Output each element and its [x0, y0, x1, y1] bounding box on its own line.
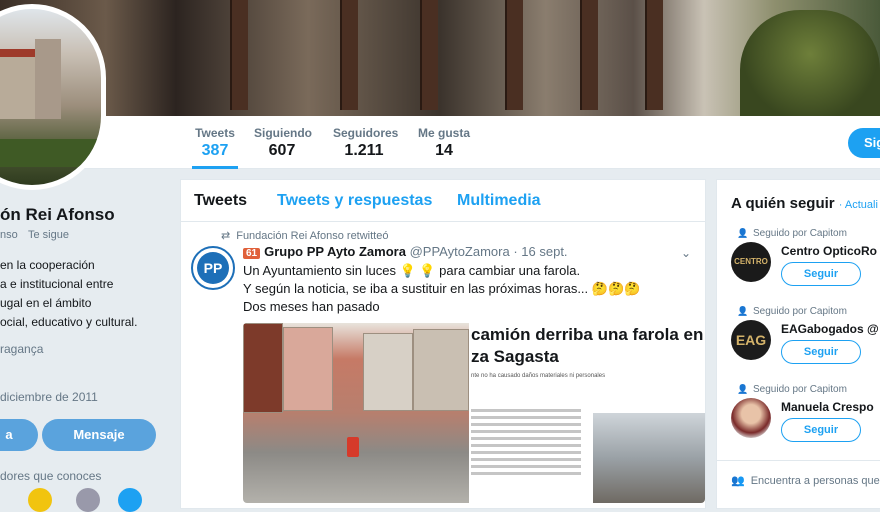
tweet-author-handle[interactable]: @PPAytoZamora [410, 244, 510, 259]
stat-following[interactable]: Siguiendo 607 [254, 126, 312, 169]
header-banner [0, 0, 880, 116]
profile-joined: diciembre de 2011 [0, 390, 98, 404]
person-icon: 👤 [737, 306, 749, 316]
profile-name: ón Rei Afonso [0, 205, 115, 224]
who-to-follow-title: A quién seguir · Actuali [731, 195, 878, 212]
suggestion-avatar[interactable]: CENTRO OPTICO [731, 242, 771, 282]
profile-nav: Tweets 387 Siguiendo 607 Seguidores 1.21… [0, 116, 880, 169]
follow-button[interactable]: Sig [848, 128, 880, 158]
stat-value: 1.211 [344, 142, 384, 159]
find-people-link[interactable]: 👥 Encuentra a personas que co [731, 474, 880, 487]
bio-line: a e institucional entre [0, 277, 114, 291]
known-follower-avatar[interactable] [28, 488, 52, 512]
suggestion-item: 👤 Seguido por Capitom EAG EAGabogados @ … [717, 306, 880, 386]
bio-line: en la cooperación [0, 258, 95, 272]
retweet-label: Fundación Rei Afonso retwitteó [236, 230, 389, 242]
tweet-author-avatar[interactable]: PP [191, 246, 235, 290]
tweet-line: Dos meses han pasado [243, 299, 380, 314]
tweet-author-name[interactable]: Grupo PP Ayto Zamora [264, 244, 406, 259]
follow-state-button[interactable]: a [0, 419, 38, 451]
follows-you-badge: Te sigue [28, 229, 69, 241]
suggestion-item: 👤 Seguido por Capitom Manuela Crespo Seg… [717, 384, 880, 464]
timeline: Tweets Tweets y respuestas Multimedia ⇄ F… [180, 179, 706, 509]
tab-tweets-replies[interactable]: Tweets y respuestas [277, 192, 432, 210]
person-icon: 👤 [737, 384, 749, 394]
person-icon: 👤 [737, 228, 749, 238]
tweet-line: Y según la noticia, se iba a sustituir e… [243, 281, 641, 296]
stat-label: Seguidores [333, 126, 399, 140]
retweet-context[interactable]: ⇄ Fundación Rei Afonso retwitteó [221, 229, 388, 242]
profile-avatar[interactable] [0, 4, 106, 190]
refresh-link[interactable]: · Actuali [839, 199, 878, 211]
follow-button[interactable]: Seguir [781, 340, 861, 364]
tweet-header: 61 Grupo PP Ayto Zamora @PPAytoZamora · 1… [243, 244, 568, 259]
tweet-line: Un Ayuntamiento sin luces 💡 💡 para cambi… [243, 263, 581, 278]
suggestion-name[interactable]: Manuela Crespo [781, 400, 874, 414]
stat-tweets[interactable]: Tweets 387 [192, 126, 238, 169]
stat-likes[interactable]: Me gusta 14 [418, 126, 470, 169]
known-follower-avatar[interactable] [76, 488, 100, 512]
followed-by: Seguido por Capitom [753, 306, 847, 317]
bio-line: ugal en el ámbito [0, 296, 92, 310]
tweet-date[interactable]: · 16 sept. [513, 244, 567, 259]
stat-label: Siguiendo [254, 126, 312, 140]
badge: 61 [243, 248, 261, 259]
suggestion-avatar[interactable] [731, 398, 771, 438]
tab-tweets[interactable]: Tweets [194, 192, 247, 210]
followed-by: Seguido por Capitom [753, 228, 847, 239]
news-clipping[interactable]: camión derriba una farola en l za Sagast… [469, 323, 705, 503]
known-followers-label[interactable]: dores que conoces [0, 469, 101, 483]
news-subtitle: nte no ha causado daños materiales ni pe… [471, 373, 606, 379]
find-people-label: Encuentra a personas que co [750, 475, 880, 487]
stat-value: 607 [268, 142, 296, 159]
people-icon: 👥 [731, 475, 745, 487]
title-text: A quién seguir [731, 195, 835, 212]
suggestion-avatar[interactable]: EAG [731, 320, 771, 360]
stat-followers[interactable]: Seguidores 1.211 [333, 126, 399, 169]
follow-button[interactable]: Seguir [781, 262, 861, 286]
stat-value: 387 [201, 142, 229, 159]
suggestion-name[interactable]: EAGabogados @ [781, 322, 879, 336]
suggestion-name[interactable]: Centro OpticoRo [781, 244, 877, 258]
bio-line: ocial, educativo y cultural. [0, 315, 138, 329]
suggestion-item: 👤 Seguido por Capitom CENTRO OPTICO Cent… [717, 228, 880, 308]
known-follower-avatar[interactable] [118, 488, 142, 512]
who-to-follow: A quién seguir · Actuali 👤 Seguido por C… [716, 179, 880, 509]
profile-handle[interactable]: nso [0, 229, 18, 241]
profile-bio: en la cooperación a e institucional entr… [0, 256, 170, 332]
follow-button[interactable]: Seguir [781, 418, 861, 442]
stat-label: Me gusta [418, 126, 471, 140]
retweet-icon: ⇄ [221, 230, 231, 242]
stat-label: Tweets [195, 126, 235, 140]
news-headline: camión derriba una farola en l [471, 325, 705, 344]
profile-location: raganҫa [0, 342, 44, 356]
timeline-tabs: Tweets Tweets y respuestas Multimedia [181, 180, 705, 222]
tab-media[interactable]: Multimedia [457, 192, 541, 210]
chevron-down-icon[interactable]: ⌄ [681, 246, 691, 260]
stat-value: 14 [435, 142, 453, 159]
message-button[interactable]: Mensaje [42, 419, 156, 451]
followed-by: Seguido por Capitom [753, 384, 847, 395]
avatar-text: PP [197, 252, 229, 284]
tweet-media[interactable]: camión derriba una farola en l za Sagast… [243, 323, 705, 503]
news-headline: za Sagasta [471, 347, 559, 366]
tweet-text: Un Ayuntamiento sin luces 💡 💡 para cambi… [243, 262, 663, 316]
street-photo[interactable] [243, 323, 469, 503]
